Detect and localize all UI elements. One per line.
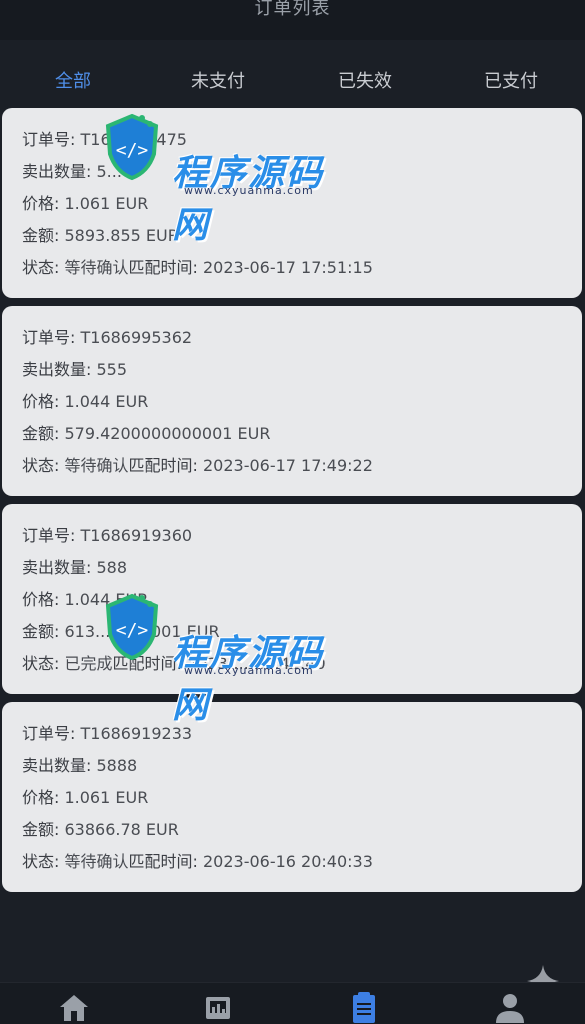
tab-all[interactable]: 全部 bbox=[55, 67, 91, 93]
header-bar: 订单列表 bbox=[0, 0, 585, 40]
bottom-nav bbox=[0, 982, 585, 1024]
order-card[interactable]: 订单号: T1686995362 卖出数量: 555 价格: 1.044 EUR… bbox=[2, 306, 582, 496]
status-row: 状态: 等待确认匹配时间: 2023-06-16 20:40:33 bbox=[22, 846, 562, 878]
match-time-value: 2023-... 20:42:40 bbox=[186, 654, 326, 673]
qty-label: 卖出数量: bbox=[22, 162, 97, 181]
amount-value: 63866.78 EUR bbox=[64, 820, 179, 839]
price-value: 1.061 EUR bbox=[64, 788, 149, 807]
price-row: 价格: 1.061 EUR bbox=[22, 782, 562, 814]
order-no-value: T1686919233 bbox=[80, 724, 193, 743]
qty-row: 卖出数量: 588 bbox=[22, 552, 562, 584]
order-card[interactable]: 订单号: T1686919360 卖出数量: 588 价格: 1.044 EUR… bbox=[2, 504, 582, 694]
amount-row: 金额: 579.4200000000001 EUR bbox=[22, 418, 562, 450]
home-icon bbox=[60, 995, 88, 1021]
amount-label: 金额: bbox=[22, 226, 65, 245]
match-time-label: 匹配时间: bbox=[128, 852, 203, 871]
amount-label: 金额: bbox=[22, 820, 65, 839]
order-no-value: T1686995362 bbox=[80, 328, 193, 347]
amount-row: 金额: 63866.78 EUR bbox=[22, 814, 562, 846]
qty-label: 卖出数量: bbox=[22, 558, 97, 577]
order-no-label: 订单号: bbox=[22, 130, 81, 149]
qty-row: 卖出数量: 555 bbox=[22, 354, 562, 386]
price-label: 价格: bbox=[22, 392, 65, 411]
match-time-label: 匹配时间: bbox=[128, 456, 203, 475]
qty-value: 588 bbox=[96, 558, 128, 577]
profile-icon bbox=[496, 994, 524, 1023]
price-value: 1.044 EUR bbox=[64, 590, 149, 609]
amount-label: 金额: bbox=[22, 622, 65, 641]
amount-label: 金额: bbox=[22, 424, 65, 443]
status-row: 状态: 等待确认匹配时间: 2023-06-17 17:49:22 bbox=[22, 450, 562, 482]
price-label: 价格: bbox=[22, 788, 65, 807]
order-no-row: 订单号: T1686919233 bbox=[22, 718, 562, 750]
status-value: 等待确认 bbox=[64, 852, 129, 871]
status-tabs: 全部 未支付 已失效 已支付 bbox=[0, 40, 585, 106]
status-value: 等待确认 bbox=[64, 456, 129, 475]
price-label: 价格: bbox=[22, 194, 65, 213]
status-label: 状态: bbox=[22, 852, 65, 871]
status-row: 状态: 等待确认匹配时间: 2023-06-17 17:51:15 bbox=[22, 252, 562, 284]
qty-value: 5888 bbox=[96, 756, 138, 775]
match-time-label: 匹配时间: bbox=[128, 258, 203, 277]
nav-market[interactable] bbox=[198, 989, 238, 1023]
order-no-label: 订单号: bbox=[22, 526, 81, 545]
amount-row: 金额: 5893.855 EUR bbox=[22, 220, 562, 252]
amount-row: 金额: 613...0000001 EUR bbox=[22, 616, 562, 648]
price-label: 价格: bbox=[22, 590, 65, 609]
status-label: 状态: bbox=[22, 456, 65, 475]
price-row: 价格: 1.044 EUR bbox=[22, 386, 562, 418]
price-value: 1.061 EUR bbox=[64, 194, 149, 213]
order-no-row: 订单号: T1686995362 bbox=[22, 322, 562, 354]
nav-home[interactable] bbox=[54, 989, 94, 1023]
order-no-value: T1686...5475 bbox=[80, 130, 187, 149]
qty-row: 卖出数量: 5888 bbox=[22, 750, 562, 782]
nav-orders[interactable] bbox=[344, 989, 384, 1023]
page-title: 订单列表 bbox=[254, 0, 331, 19]
qty-row: 卖出数量: 5... bbox=[22, 156, 562, 188]
status-label: 状态: bbox=[22, 654, 65, 673]
tab-expired[interactable]: 已失效 bbox=[338, 67, 392, 93]
qty-value: 5... bbox=[96, 162, 122, 181]
tab-paid[interactable]: 已支付 bbox=[484, 67, 538, 93]
order-no-row: 订单号: T1686...5475 bbox=[22, 124, 562, 156]
match-time-value: 2023-06-17 17:49:22 bbox=[202, 456, 373, 475]
amount-value: 613...0000001 EUR bbox=[64, 622, 220, 641]
amount-value: 579.4200000000001 EUR bbox=[64, 424, 271, 443]
order-no-row: 订单号: T1686919360 bbox=[22, 520, 562, 552]
match-time-label: 匹配时间: bbox=[112, 654, 187, 673]
order-no-label: 订单号: bbox=[22, 328, 81, 347]
order-card[interactable]: 订单号: T1686919233 卖出数量: 5888 价格: 1.061 EU… bbox=[2, 702, 582, 892]
qty-value: 555 bbox=[96, 360, 128, 379]
price-row: 价格: 1.044 EUR bbox=[22, 584, 562, 616]
order-no-value: T1686919360 bbox=[80, 526, 193, 545]
price-value: 1.044 EUR bbox=[64, 392, 149, 411]
amount-value: 5893.855 EUR bbox=[64, 226, 179, 245]
order-list-page: 订单列表 全部 未支付 已失效 已支付 订单号: T1686...5475 卖出… bbox=[0, 0, 585, 1024]
status-value: 已完成 bbox=[64, 654, 113, 673]
status-row: 状态: 已完成匹配时间: 2023-... 20:42:40 bbox=[22, 648, 562, 680]
tab-unpaid[interactable]: 未支付 bbox=[191, 67, 245, 93]
order-card[interactable]: 订单号: T1686...5475 卖出数量: 5... 价格: 1.061 E… bbox=[2, 108, 582, 298]
match-time-value: 2023-06-16 20:40:33 bbox=[202, 852, 373, 871]
status-label: 状态: bbox=[22, 258, 65, 277]
qty-label: 卖出数量: bbox=[22, 360, 97, 379]
nav-profile[interactable] bbox=[490, 989, 530, 1023]
order-no-label: 订单号: bbox=[22, 724, 81, 743]
orders-icon bbox=[353, 992, 375, 1023]
qty-label: 卖出数量: bbox=[22, 756, 97, 775]
match-time-value: 2023-06-17 17:51:15 bbox=[202, 258, 373, 277]
status-value: 等待确认 bbox=[64, 258, 129, 277]
market-icon bbox=[206, 997, 230, 1019]
price-row: 价格: 1.061 EUR bbox=[22, 188, 562, 220]
